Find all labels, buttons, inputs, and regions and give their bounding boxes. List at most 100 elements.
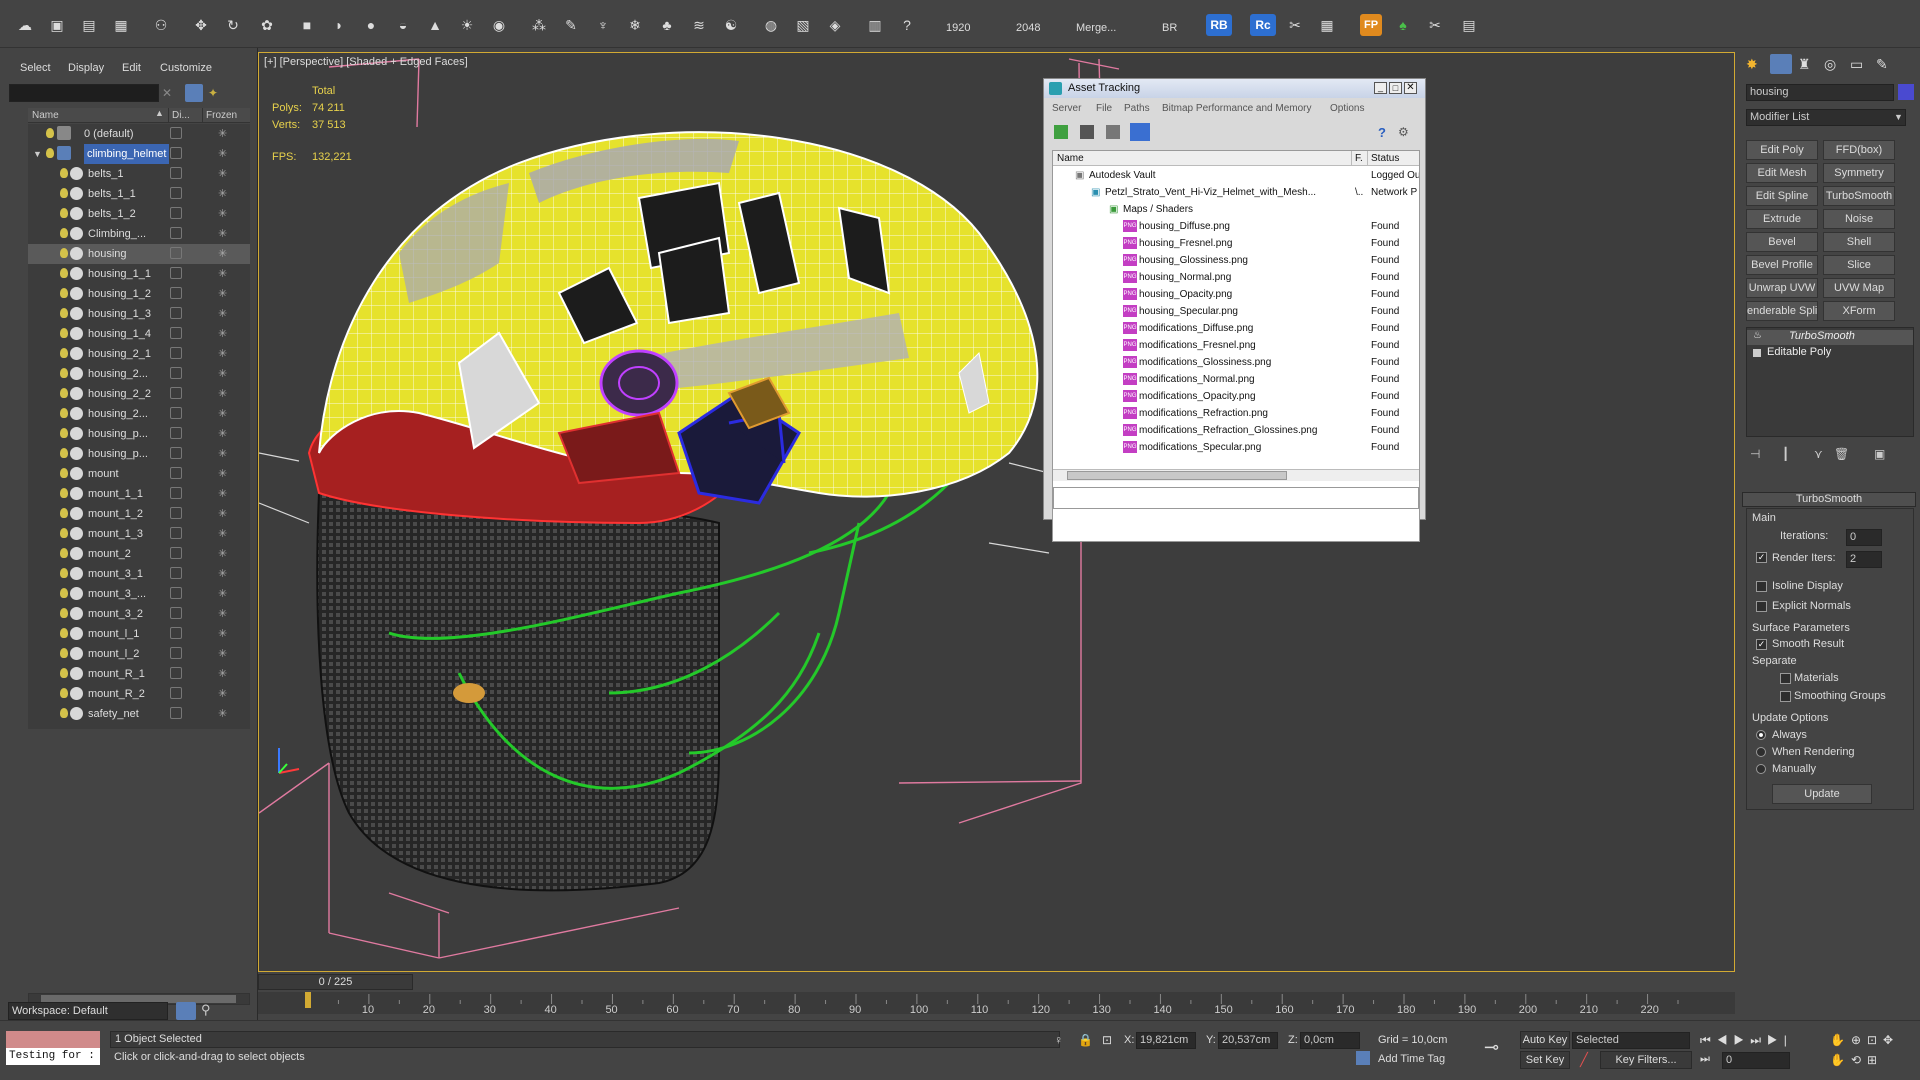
scene-row[interactable]: belts_1 ✳: [28, 164, 250, 184]
collapse-arrow-icon[interactable]: ▼: [33, 144, 42, 164]
viewport-label[interactable]: [+] [Perspective] [Shaded + Edged Faces]: [264, 56, 468, 68]
visibility-lightbulb-icon[interactable]: [60, 168, 68, 178]
filter-icon[interactable]: [185, 84, 203, 102]
scene-row[interactable]: mount_1_2 ✳: [28, 504, 250, 524]
scene-row[interactable]: 0 (default) ✳: [28, 124, 250, 144]
modifier-button[interactable]: Edit Mesh: [1746, 163, 1818, 183]
asset-hscrollbar[interactable]: [1053, 469, 1419, 481]
scene-row[interactable]: Climbing_... ✳: [28, 224, 250, 244]
iterations-spinner[interactable]: 0: [1846, 529, 1882, 546]
select-icon[interactable]: ⚇: [150, 14, 172, 36]
make-unique-icon[interactable]: ⋎: [1814, 447, 1823, 461]
scene-row[interactable]: housing_p... ✳: [28, 424, 250, 444]
menu-edit[interactable]: Edit: [122, 62, 141, 74]
asset-row-texture[interactable]: PNG modifications_Glossiness.png Found: [1053, 354, 1419, 371]
visibility-lightbulb-icon[interactable]: [60, 368, 68, 378]
display-toggle-icon[interactable]: [170, 167, 182, 179]
asset-row-texture[interactable]: PNG modifications_Normal.png Found: [1053, 371, 1419, 388]
scene-row[interactable]: safety_net ✳: [28, 704, 250, 724]
freeze-icon[interactable]: ✳: [218, 404, 227, 424]
asset-col-status[interactable]: Status: [1367, 151, 1399, 166]
asset-menu-server[interactable]: Server: [1052, 103, 1081, 114]
scissors-icon[interactable]: ✂: [1424, 14, 1446, 36]
asset-row-maps[interactable]: ▣ Maps / Shaders: [1053, 201, 1419, 218]
materials-checkbox[interactable]: [1780, 673, 1791, 684]
render-iters-checkbox[interactable]: ✓: [1756, 552, 1767, 563]
help-icon[interactable]: ?: [1378, 125, 1392, 140]
scene-row[interactable]: ▼ climbing_helmet ✳: [28, 144, 250, 164]
layer-explorer-icon[interactable]: [176, 1002, 196, 1020]
asset-col-name[interactable]: Name: [1057, 151, 1084, 166]
modifier-button[interactable]: Edit Spline: [1746, 186, 1818, 206]
scene-row[interactable]: belts_1_1 ✳: [28, 184, 250, 204]
light-icon[interactable]: ◉: [488, 14, 510, 36]
asset-row-texture[interactable]: PNG housing_Specular.png Found: [1053, 303, 1419, 320]
sphere-icon[interactable]: ●: [360, 14, 382, 36]
rb-button[interactable]: RB: [1206, 14, 1232, 36]
x-coordinate-field[interactable]: 19,821cm: [1136, 1032, 1196, 1049]
render-setup-icon[interactable]: ▧: [792, 14, 814, 36]
time-slider[interactable]: 0 / 225: [258, 974, 413, 990]
snowflake-icon[interactable]: ❄: [624, 14, 646, 36]
modifier-button[interactable]: Extrude: [1746, 209, 1818, 229]
display-toggle-icon[interactable]: [170, 147, 182, 159]
menu-display[interactable]: Display: [68, 62, 104, 74]
asset-row-texture[interactable]: PNG modifications_Specular.png Found: [1053, 439, 1419, 456]
scene-row[interactable]: mount_1_3 ✳: [28, 524, 250, 544]
teapot-icon[interactable]: ✿: [256, 14, 278, 36]
freeze-icon[interactable]: ✳: [218, 224, 227, 244]
freeze-icon[interactable]: ✳: [218, 184, 227, 204]
visibility-lightbulb-icon[interactable]: [46, 128, 54, 138]
asset-row-texture[interactable]: PNG modifications_Diffuse.png Found: [1053, 320, 1419, 337]
rotate-icon[interactable]: ↻: [222, 14, 244, 36]
particles-icon[interactable]: ⁂: [528, 14, 550, 36]
visibility-lightbulb-icon[interactable]: [60, 448, 68, 458]
scene-row[interactable]: mount ✳: [28, 464, 250, 484]
visibility-lightbulb-icon[interactable]: [60, 388, 68, 398]
scene-row[interactable]: mount_R_1 ✳: [28, 664, 250, 684]
modifier-button[interactable]: UVW Map: [1823, 278, 1895, 298]
y-coordinate-field[interactable]: 20,537cm: [1218, 1032, 1278, 1049]
key-selection-dropdown[interactable]: Selected: [1572, 1032, 1690, 1049]
add-time-tag[interactable]: Add Time Tag: [1378, 1053, 1445, 1065]
scene-row[interactable]: housing_1_2 ✳: [28, 284, 250, 304]
display-toggle-icon[interactable]: [170, 367, 182, 379]
freeze-icon[interactable]: ✳: [218, 464, 227, 484]
freeze-icon[interactable]: ✳: [218, 424, 227, 444]
motion-tab-icon[interactable]: ◎: [1824, 56, 1840, 72]
display-toggle-icon[interactable]: [170, 327, 182, 339]
isoline-checkbox[interactable]: [1756, 581, 1767, 592]
visibility-lightbulb-icon[interactable]: [60, 208, 68, 218]
visibility-lightbulb-icon[interactable]: [60, 568, 68, 578]
visibility-lightbulb-icon[interactable]: [60, 668, 68, 678]
modifier-button[interactable]: enderable Splin: [1746, 301, 1818, 321]
default-in-out-icon[interactable]: ╱: [1580, 1052, 1588, 1068]
cloth-icon[interactable]: ♆: [592, 14, 614, 36]
visibility-lightbulb-icon[interactable]: [60, 628, 68, 638]
utilities-tab-icon[interactable]: ✎: [1876, 56, 1892, 72]
freeze-icon[interactable]: ✳: [218, 584, 227, 604]
display-toggle-icon[interactable]: [170, 667, 182, 679]
display-toggle-icon[interactable]: [170, 207, 182, 219]
merge-button[interactable]: Merge...: [1076, 22, 1116, 34]
freeze-icon[interactable]: ✳: [218, 664, 227, 684]
object-name-field[interactable]: housing: [1746, 84, 1894, 101]
menu-select[interactable]: Select: [20, 62, 51, 74]
stack-item-editable-poly[interactable]: Editable Poly: [1747, 346, 1913, 361]
display-toggle-icon[interactable]: [170, 567, 182, 579]
freeze-icon[interactable]: ✳: [218, 564, 227, 584]
visibility-lightbulb-icon[interactable]: [60, 488, 68, 498]
minimize-button[interactable]: _: [1374, 82, 1387, 94]
panel-icon[interactable]: ▥: [864, 14, 886, 36]
freeze-icon[interactable]: ✳: [218, 364, 227, 384]
scene-row[interactable]: housing_2... ✳: [28, 404, 250, 424]
menu-customize[interactable]: Customize: [160, 62, 212, 74]
configure-sets-icon[interactable]: ▣: [1874, 447, 1885, 461]
tree-icon[interactable]: ♠: [1392, 14, 1414, 36]
scene-row[interactable]: mount_3_... ✳: [28, 584, 250, 604]
modifier-button[interactable]: TurboSmooth: [1823, 186, 1895, 206]
close-button[interactable]: ✕: [1404, 82, 1417, 94]
always-radio[interactable]: [1756, 730, 1766, 740]
asset-path-field[interactable]: [1053, 487, 1419, 509]
remove-modifier-icon[interactable]: 🗑: [1834, 447, 1849, 461]
